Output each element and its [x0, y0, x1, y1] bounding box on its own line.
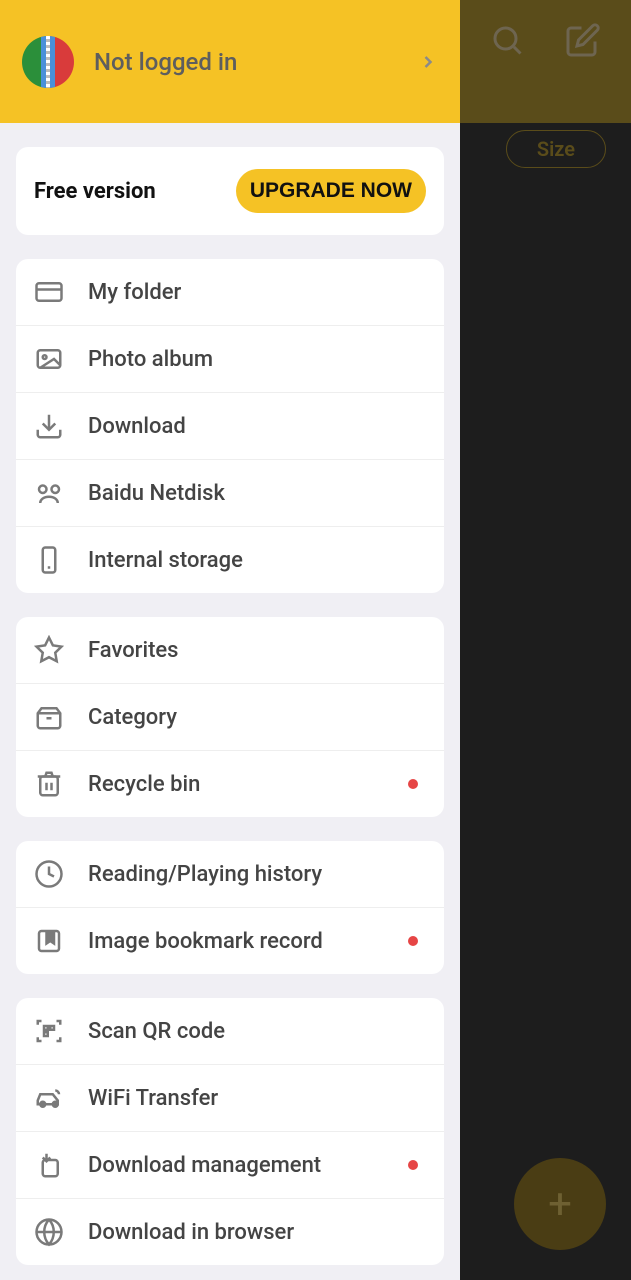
bookmark-icon — [34, 926, 64, 956]
menu-group-locations: My folder Photo album Download Baidu Net… — [16, 259, 444, 593]
menu-label: Recycle bin — [88, 772, 384, 797]
phone-icon — [34, 545, 64, 575]
fab-add-button[interactable]: + — [514, 1158, 606, 1250]
notification-dot — [408, 1160, 418, 1170]
menu-label: Category — [88, 705, 426, 730]
version-card: Free version UPGRADE NOW — [16, 147, 444, 235]
menu-item-scan-qr[interactable]: Scan QR code — [16, 998, 444, 1064]
globe-icon — [34, 1217, 64, 1247]
login-status-label: Not logged in — [94, 48, 398, 76]
trash-icon — [34, 769, 64, 799]
notification-dot — [408, 779, 418, 789]
menu-label: Download management — [88, 1153, 384, 1178]
menu-label: Image bookmark record — [88, 929, 384, 954]
navigation-drawer: Not logged in Free version UPGRADE NOW M… — [0, 0, 460, 1280]
menu-group-tools: Scan QR code WiFi Transfer Download mana… — [16, 998, 444, 1265]
menu-label: WiFi Transfer — [88, 1086, 426, 1111]
notification-dot — [408, 936, 418, 946]
menu-label: Download — [88, 414, 426, 439]
clock-icon — [34, 859, 64, 889]
menu-item-download-browser[interactable]: Download in browser — [16, 1198, 444, 1265]
plus-icon: + — [548, 1180, 572, 1229]
menu-label: Internal storage — [88, 548, 426, 573]
menu-item-photo-album[interactable]: Photo album — [16, 325, 444, 392]
menu-item-internal-storage[interactable]: Internal storage — [16, 526, 444, 593]
image-icon — [34, 344, 64, 374]
chevron-right-icon — [418, 52, 438, 72]
version-label: Free version — [34, 179, 156, 204]
upgrade-button[interactable]: UPGRADE NOW — [236, 169, 426, 213]
drawer-header[interactable]: Not logged in — [0, 0, 460, 123]
menu-item-recycle-bin[interactable]: Recycle bin — [16, 750, 444, 817]
download-icon — [34, 411, 64, 441]
menu-item-reading-history[interactable]: Reading/Playing history — [16, 841, 444, 907]
menu-label: Baidu Netdisk — [88, 481, 426, 506]
menu-item-wifi-transfer[interactable]: WiFi Transfer — [16, 1064, 444, 1131]
star-icon — [34, 635, 64, 665]
menu-item-my-folder[interactable]: My folder — [16, 259, 444, 325]
netdisk-icon — [34, 478, 64, 508]
download-management-icon — [34, 1150, 64, 1180]
app-logo-icon — [22, 36, 74, 88]
edit-icon[interactable] — [565, 22, 601, 58]
menu-item-download-management[interactable]: Download management — [16, 1131, 444, 1198]
qr-icon — [34, 1016, 64, 1046]
menu-group-organization: Favorites Category Recycle bin — [16, 617, 444, 817]
menu-item-favorites[interactable]: Favorites — [16, 617, 444, 683]
menu-item-download[interactable]: Download — [16, 392, 444, 459]
menu-group-history: Reading/Playing history Image bookmark r… — [16, 841, 444, 974]
menu-item-baidu-netdisk[interactable]: Baidu Netdisk — [16, 459, 444, 526]
menu-item-category[interactable]: Category — [16, 683, 444, 750]
wifi-transfer-icon — [34, 1083, 64, 1113]
folder-icon — [34, 277, 64, 307]
menu-label: Download in browser — [88, 1220, 426, 1245]
menu-label: Scan QR code — [88, 1019, 426, 1044]
search-icon[interactable] — [489, 22, 525, 58]
menu-label: Photo album — [88, 347, 426, 372]
box-icon — [34, 702, 64, 732]
menu-label: My folder — [88, 280, 426, 305]
menu-item-image-bookmark[interactable]: Image bookmark record — [16, 907, 444, 974]
menu-label: Reading/Playing history — [88, 862, 426, 887]
drawer-scroll-area[interactable]: Free version UPGRADE NOW My folder Photo… — [0, 123, 460, 1280]
menu-label: Favorites — [88, 638, 426, 663]
size-chip[interactable]: Size — [506, 130, 606, 168]
